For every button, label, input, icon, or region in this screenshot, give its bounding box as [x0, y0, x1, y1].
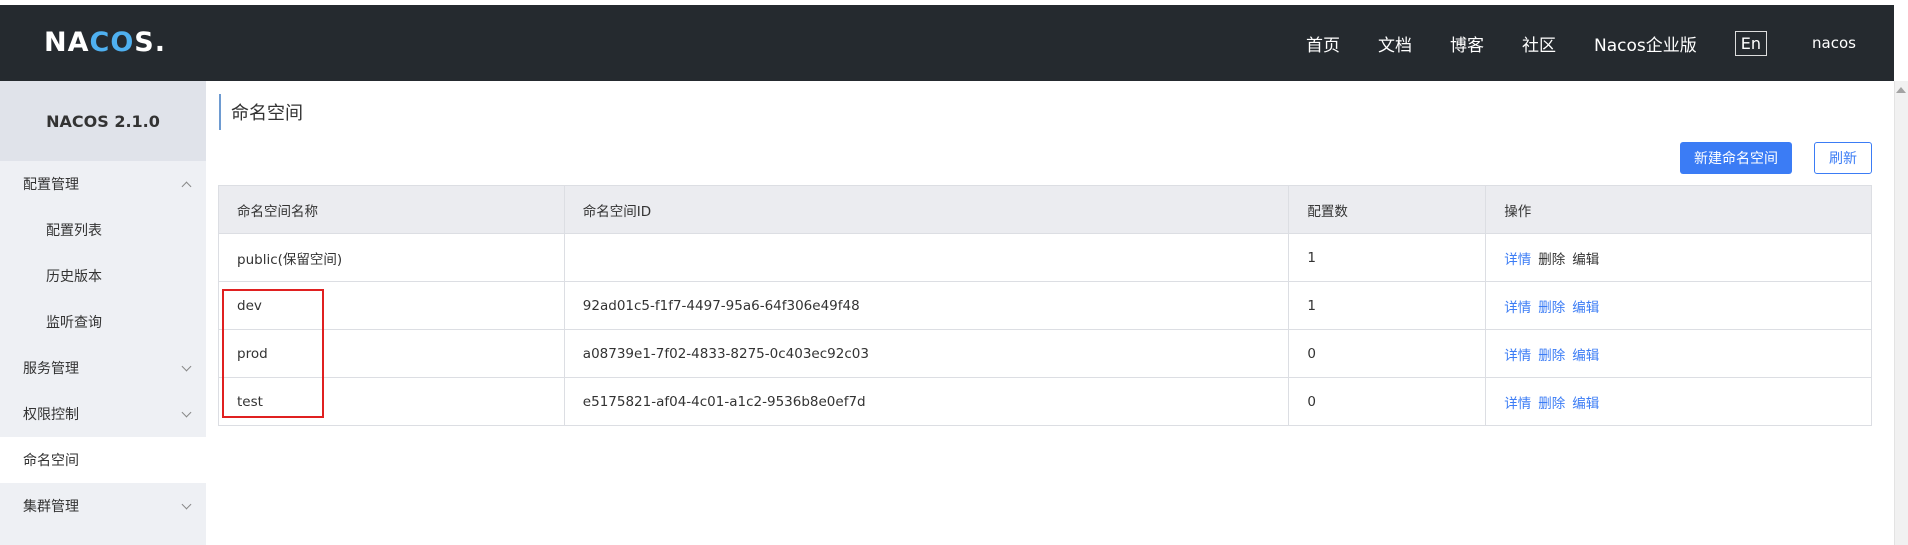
actions-cell: 详情 删除 编辑	[1485, 329, 1872, 378]
nav-community[interactable]: 社区	[1522, 31, 1556, 56]
sidebar-item-label: 历史版本	[46, 269, 102, 285]
edit-link[interactable]: 编辑	[1572, 252, 1599, 268]
details-link[interactable]: 详情	[1504, 348, 1531, 364]
nav-docs[interactable]: 文档	[1378, 31, 1412, 56]
sidebar-item-cluster-management[interactable]: 集群管理	[0, 483, 206, 529]
edit-link[interactable]: 编辑	[1572, 348, 1599, 364]
chevron-up-icon	[181, 181, 192, 191]
sidebar: NACOS 2.1.0 配置管理 配置列表 历史版本 监听查询 服务管理 权限控…	[0, 81, 206, 545]
sidebar-item-history[interactable]: 历史版本	[0, 253, 206, 299]
sidebar-item-service-management[interactable]: 服务管理	[0, 345, 206, 391]
table-header-row: 命名空间名称 命名空间ID 配置数 操作	[218, 185, 1872, 234]
sidebar-item-access-control[interactable]: 权限控制	[0, 391, 206, 437]
sidebar-item-label: 集群管理	[23, 499, 79, 515]
sidebar-item-namespace[interactable]: 命名空间	[0, 437, 206, 483]
top-nav: 首页 文档 博客 社区 Nacos企业版 En nacos	[1306, 5, 1894, 81]
namespace-id-cell: 92ad01c5-f1f7-4497-95a6-64f306e49f48	[564, 281, 1290, 330]
delete-link[interactable]: 删除	[1538, 396, 1565, 412]
user-menu[interactable]: nacos	[1812, 34, 1856, 52]
sidebar-item-listener-query[interactable]: 监听查询	[0, 299, 206, 345]
page-title: 命名空间	[219, 94, 303, 130]
namespace-id-cell: a08739e1-7f02-4833-8275-0c403ec92c03	[564, 329, 1290, 378]
namespace-table: 命名空间名称 命名空间ID 配置数 操作 public(保留空间) 1 详情 删除 编辑…	[218, 185, 1872, 426]
top-header: NACOS. 首页 文档 博客 社区 Nacos企业版 En nacos	[0, 5, 1894, 81]
refresh-button[interactable]: 刷新	[1814, 142, 1872, 174]
edit-link[interactable]: 编辑	[1572, 300, 1599, 316]
logo-text-c: S.	[134, 27, 166, 58]
sidebar-item-label: 服务管理	[23, 361, 79, 377]
main-content: 命名空间 新建命名空间 刷新 命名空间名称 命名空间ID 配置数 操作 publ…	[206, 81, 1880, 545]
column-header-actions: 操作	[1485, 185, 1872, 234]
nav-enterprise[interactable]: Nacos企业版	[1594, 31, 1697, 56]
delete-link[interactable]: 删除	[1538, 348, 1565, 364]
column-header-name: 命名空间名称	[218, 185, 565, 234]
scroll-up-arrow-icon[interactable]	[1896, 87, 1906, 93]
nav-home[interactable]: 首页	[1306, 31, 1340, 56]
chevron-down-icon	[181, 499, 192, 509]
details-link[interactable]: 详情	[1504, 300, 1531, 316]
sidebar-item-label: 命名空间	[23, 453, 79, 469]
sidebar-item-label: 监听查询	[46, 315, 102, 331]
namespace-id-cell	[564, 233, 1290, 282]
column-header-count: 配置数	[1288, 185, 1487, 234]
namespace-name-cell: public(保留空间)	[218, 233, 565, 282]
sidebar-item-config-management[interactable]: 配置管理	[0, 161, 206, 207]
table-row: prod a08739e1-7f02-4833-8275-0c403ec92c03…	[218, 329, 1872, 378]
namespace-name-cell: dev	[218, 281, 565, 330]
config-count-cell: 1	[1288, 233, 1487, 282]
sidebar-item-label: 配置管理	[23, 177, 79, 193]
actions-cell: 详情 删除 编辑	[1485, 281, 1872, 330]
sidebar-item-label: 配置列表	[46, 223, 102, 239]
logo-text-b: CO	[89, 27, 135, 58]
details-link[interactable]: 详情	[1504, 252, 1531, 268]
config-count-cell: 1	[1288, 281, 1487, 330]
namespace-id-cell: e5175821-af04-4c01-a1c2-9536b8e0ef7d	[564, 377, 1290, 426]
chevron-down-icon	[181, 361, 192, 371]
sidebar-item-config-list[interactable]: 配置列表	[0, 207, 206, 253]
logo-text-a: NA	[44, 27, 90, 58]
config-count-cell: 0	[1288, 377, 1487, 426]
table-row: dev 92ad01c5-f1f7-4497-95a6-64f306e49f48 1…	[218, 281, 1872, 330]
page-scrollbar[interactable]	[1894, 81, 1908, 545]
namespace-name-cell: test	[218, 377, 565, 426]
sidebar-item-label: 权限控制	[23, 407, 79, 423]
nav-blog[interactable]: 博客	[1450, 31, 1484, 56]
column-header-id: 命名空间ID	[564, 185, 1290, 234]
config-count-cell: 0	[1288, 329, 1487, 378]
delete-link[interactable]: 删除	[1538, 300, 1565, 316]
details-link[interactable]: 详情	[1504, 396, 1531, 412]
chevron-down-icon	[181, 407, 192, 417]
actions-cell: 详情 删除 编辑	[1485, 233, 1872, 282]
actions-cell: 详情 删除 编辑	[1485, 377, 1872, 426]
delete-link[interactable]: 删除	[1538, 252, 1565, 268]
new-namespace-button[interactable]: 新建命名空间	[1680, 142, 1792, 174]
namespace-name-cell: prod	[218, 329, 565, 378]
language-switch[interactable]: En	[1734, 30, 1768, 56]
nacos-logo[interactable]: NACOS.	[44, 27, 166, 58]
version-label: NACOS 2.1.0	[0, 81, 206, 161]
table-row: test e5175821-af04-4c01-a1c2-9536b8e0ef7d…	[218, 377, 1872, 426]
edit-link[interactable]: 编辑	[1572, 396, 1599, 412]
table-row: public(保留空间) 1 详情 删除 编辑	[218, 233, 1872, 282]
